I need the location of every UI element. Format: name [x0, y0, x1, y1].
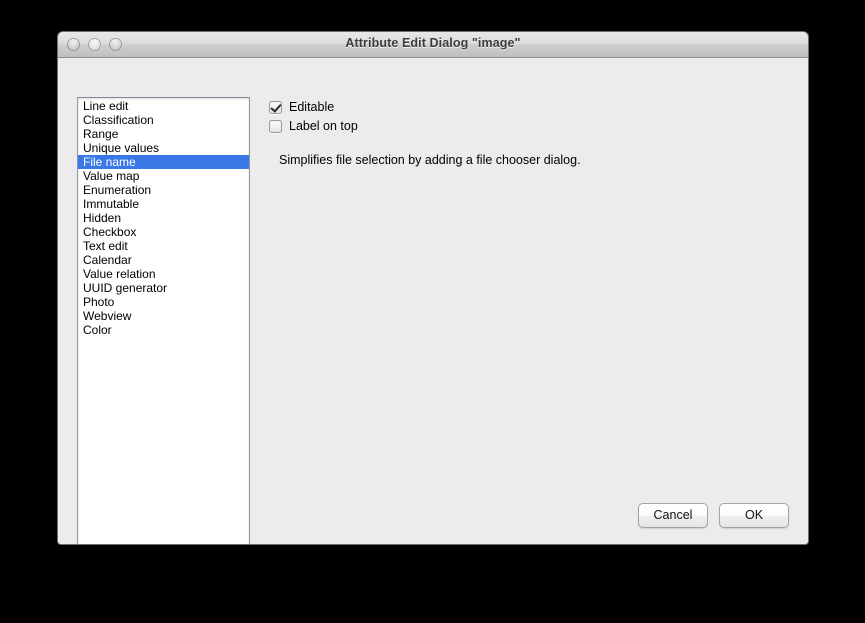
- list-item[interactable]: Line edit: [78, 99, 249, 113]
- list-item[interactable]: UUID generator: [78, 281, 249, 295]
- list-item[interactable]: Webview: [78, 309, 249, 323]
- list-item[interactable]: Unique values: [78, 141, 249, 155]
- desktop-backdrop: Attribute Edit Dialog "image" Line edit C…: [0, 0, 865, 623]
- attribute-edit-dialog-window: Attribute Edit Dialog "image" Line edit C…: [57, 31, 809, 545]
- dialog-content: Line edit Classification Range Unique value…: [58, 58, 808, 544]
- editable-option-row[interactable]: Editable: [269, 100, 334, 114]
- label-on-top-option-row[interactable]: Label on top: [269, 119, 358, 133]
- list-item[interactable]: Value map: [78, 169, 249, 183]
- widget-type-list-scroll: Line edit Classification Range Unique value…: [78, 98, 249, 337]
- list-item[interactable]: Checkbox: [78, 225, 249, 239]
- widget-description-text: Simplifies file selection by adding a fi…: [279, 153, 581, 167]
- widget-type-list[interactable]: Line edit Classification Range Unique value…: [77, 97, 250, 544]
- list-item[interactable]: Value relation: [78, 267, 249, 281]
- window-titlebar[interactable]: Attribute Edit Dialog "image": [58, 32, 808, 58]
- label-on-top-label: Label on top: [289, 119, 358, 133]
- ok-button[interactable]: OK: [719, 503, 789, 528]
- list-item[interactable]: Classification: [78, 113, 249, 127]
- window-title: Attribute Edit Dialog "image": [345, 36, 521, 50]
- list-item[interactable]: Hidden: [78, 211, 249, 225]
- label-on-top-checkbox[interactable]: [269, 119, 282, 133]
- list-item[interactable]: Enumeration: [78, 183, 249, 197]
- list-item[interactable]: Photo: [78, 295, 249, 309]
- list-item[interactable]: Color: [78, 323, 249, 337]
- list-item[interactable]: Immutable: [78, 197, 249, 211]
- dialog-button-bar: Cancel OK: [638, 503, 789, 528]
- cancel-button[interactable]: Cancel: [638, 503, 708, 528]
- editable-checkbox[interactable]: [269, 100, 282, 114]
- editable-label: Editable: [289, 100, 335, 114]
- list-item[interactable]: Range: [78, 127, 249, 141]
- list-item[interactable]: Calendar: [78, 253, 249, 267]
- list-item[interactable]: File name: [78, 155, 249, 169]
- list-item[interactable]: Text edit: [78, 239, 249, 253]
